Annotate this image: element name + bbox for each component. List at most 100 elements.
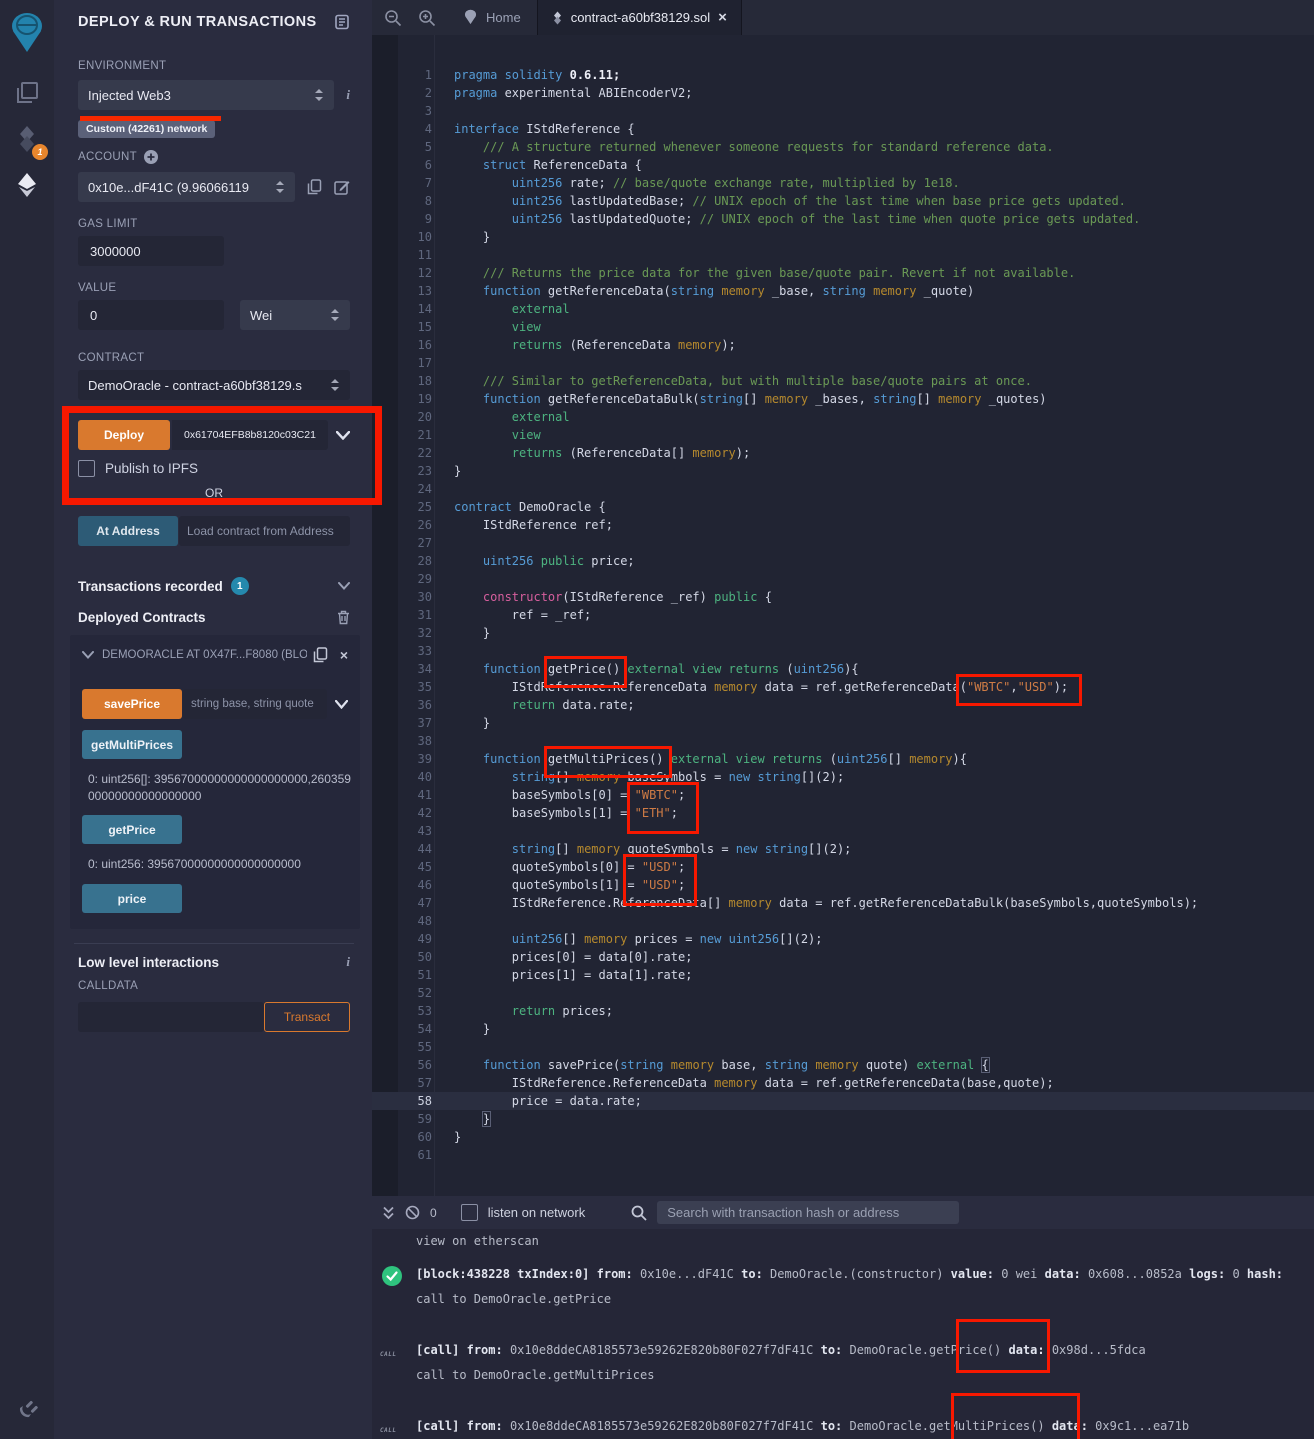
expand-terminal-icon[interactable] — [382, 1206, 395, 1220]
terminal-log-line: call to DemoOracle.getPrice — [416, 1291, 1314, 1308]
code-line: 7 uint256 rate; // base/quote exchange r… — [372, 174, 1314, 192]
terminal-search-input[interactable] — [657, 1201, 959, 1224]
getprice-button[interactable]: getPrice — [82, 815, 182, 844]
select-arrows-icon — [314, 89, 324, 101]
tab-home[interactable]: Home — [446, 0, 537, 35]
saveprice-button[interactable]: savePrice — [82, 689, 182, 719]
saveprice-expand-chevron-icon[interactable] — [335, 700, 348, 709]
code-line: 22 returns (ReferenceData[] memory); — [372, 444, 1314, 462]
code-line: 43 — [372, 822, 1314, 840]
file-explorer-icon[interactable] — [0, 70, 54, 116]
code-line: 41 baseSymbols[0] = "WBTC"; — [372, 786, 1314, 804]
value-field[interactable] — [88, 307, 214, 324]
price-button[interactable]: price — [82, 884, 182, 913]
transactions-recorded-label: Transactions recorded — [78, 579, 223, 594]
panel-title: DEPLOY & RUN TRANSACTIONS — [78, 14, 317, 30]
search-icon — [631, 1205, 647, 1221]
code-line: 56 function savePrice(string memory base… — [372, 1056, 1314, 1074]
publish-ipfs-checkbox[interactable] — [78, 460, 95, 477]
deployed-contract-card: DEMOORACLE AT 0X47F...F8080 (BLO × saveP… — [70, 635, 360, 929]
deploy-address-field[interactable] — [182, 428, 318, 442]
code-line: 45 quoteSymbols[0] = "USD"; — [372, 858, 1314, 876]
deploy-address-input[interactable] — [172, 420, 328, 450]
account-select[interactable]: 0x10e...dF41C (9.96066119 — [78, 172, 295, 202]
code-line: 59 } — [372, 1110, 1314, 1128]
code-editor[interactable]: 1pragma solidity 0.6.11;2pragma experime… — [372, 35, 1314, 1196]
code-line: 60} — [372, 1128, 1314, 1146]
remix-ide-window: 1 DEPLOY & RUN TRANSACTIONS ENVIRONMENT — [0, 0, 1314, 1439]
environment-select[interactable]: Injected Web3 — [78, 80, 334, 110]
getprice-result: 0: uint256: 39567000000000000000000 — [88, 856, 356, 873]
sign-message-icon[interactable] — [334, 179, 350, 195]
code-line: 6 struct ReferenceData { — [372, 156, 1314, 174]
code-line: 29 — [372, 570, 1314, 588]
listen-network-checkbox[interactable] — [461, 1204, 478, 1221]
code-line: 46 quoteSymbols[1] = "USD"; — [372, 876, 1314, 894]
contract-select[interactable]: DemoOracle - contract-a60bf38129.s — [78, 370, 350, 400]
code-line: 37 } — [372, 714, 1314, 732]
code-line: 20 external — [372, 408, 1314, 426]
terminal-log[interactable]: view on etherscan[block:438228 txIndex:0… — [372, 1229, 1314, 1439]
at-address-button[interactable]: At Address — [78, 516, 178, 546]
zoom-in-icon[interactable] — [418, 9, 436, 27]
code-line: 8 uint256 lastUpdatedBase; // UNIX epoch… — [372, 192, 1314, 210]
compiler-badge: 1 — [32, 144, 48, 160]
code-line: 24 — [372, 480, 1314, 498]
copy-account-icon[interactable] — [307, 179, 322, 195]
code-line: 2pragma experimental ABIEncoderV2; — [372, 84, 1314, 102]
value-unit-select[interactable]: Wei — [240, 300, 350, 330]
deploy-button[interactable]: Deploy — [78, 420, 170, 450]
transactions-chevron-icon[interactable] — [338, 582, 350, 590]
code-line: 39 function getMultiPrices() external vi… — [372, 750, 1314, 768]
close-tab-icon[interactable]: × — [718, 9, 727, 26]
deploy-expand-chevron-icon[interactable] — [336, 431, 350, 440]
at-address-input[interactable]: Load contract from Address — [179, 516, 350, 546]
code-line: 44 string[] memory quoteSymbols = new st… — [372, 840, 1314, 858]
pending-tx-count: 0 — [430, 1206, 437, 1220]
code-line: 36 return data.rate; — [372, 696, 1314, 714]
clear-terminal-icon[interactable] — [405, 1205, 420, 1220]
saveprice-args-input[interactable]: string base, string quote — [183, 689, 327, 719]
transact-button[interactable]: Transact — [264, 1002, 350, 1032]
environment-info-icon[interactable]: i — [346, 87, 350, 103]
low-level-info-icon[interactable]: i — [346, 954, 350, 970]
calldata-input[interactable] — [78, 1002, 264, 1032]
remix-logo-icon — [0, 8, 54, 60]
trash-icon[interactable] — [337, 610, 350, 625]
annotation-underline-injected-web3 — [80, 116, 221, 121]
select-arrows-icon — [330, 379, 340, 391]
gas-limit-input[interactable] — [78, 236, 224, 266]
deploy-and-run-icon[interactable] — [0, 162, 54, 208]
contract-label: CONTRACT — [78, 352, 350, 364]
listen-network-label: listen on network — [488, 1205, 586, 1220]
docs-icon[interactable] — [334, 14, 350, 30]
copy-contract-address-icon[interactable] — [313, 647, 328, 663]
code-line: 30 constructor(IStdReference _ref) publi… — [372, 588, 1314, 606]
add-account-icon[interactable] — [144, 150, 158, 164]
code-line: 13 function getReferenceData(string memo… — [372, 282, 1314, 300]
contract-collapse-chevron-icon[interactable] — [82, 651, 94, 659]
zoom-out-icon[interactable] — [384, 9, 402, 27]
select-arrows-icon — [275, 181, 285, 193]
code-line: 52 — [372, 984, 1314, 1002]
success-check-icon — [382, 1266, 402, 1286]
editor-area: Home contract-a60bf38129.sol × 1pragma s… — [372, 0, 1314, 1439]
terminal-log-line: call to DemoOracle.getMultiPrices — [416, 1367, 1314, 1384]
gas-limit-label: GAS LIMIT — [78, 218, 350, 230]
solidity-compiler-icon[interactable]: 1 — [0, 116, 54, 162]
tab-contract-file[interactable]: contract-a60bf38129.sol × — [537, 0, 742, 35]
plugin-manager-icon[interactable] — [0, 1385, 54, 1431]
low-level-title: Low level interactions — [78, 955, 219, 970]
remove-contract-icon[interactable]: × — [340, 647, 348, 663]
icon-sidebar: 1 — [0, 0, 55, 1439]
code-line: 40 string[] memory baseSymbols = new str… — [372, 768, 1314, 786]
account-label: ACCOUNT — [78, 151, 137, 163]
code-line: 4interface IStdReference { — [372, 120, 1314, 138]
code-line: 18 /// Similar to getReferenceData, but … — [372, 372, 1314, 390]
getmultiprices-button[interactable]: getMultiPrices — [82, 730, 182, 759]
code-line: 38 — [372, 732, 1314, 750]
value-input[interactable] — [78, 300, 224, 330]
gas-limit-field[interactable] — [88, 243, 214, 260]
code-line: 5 /// A structure returned whenever some… — [372, 138, 1314, 156]
code-line: 54 } — [372, 1020, 1314, 1038]
